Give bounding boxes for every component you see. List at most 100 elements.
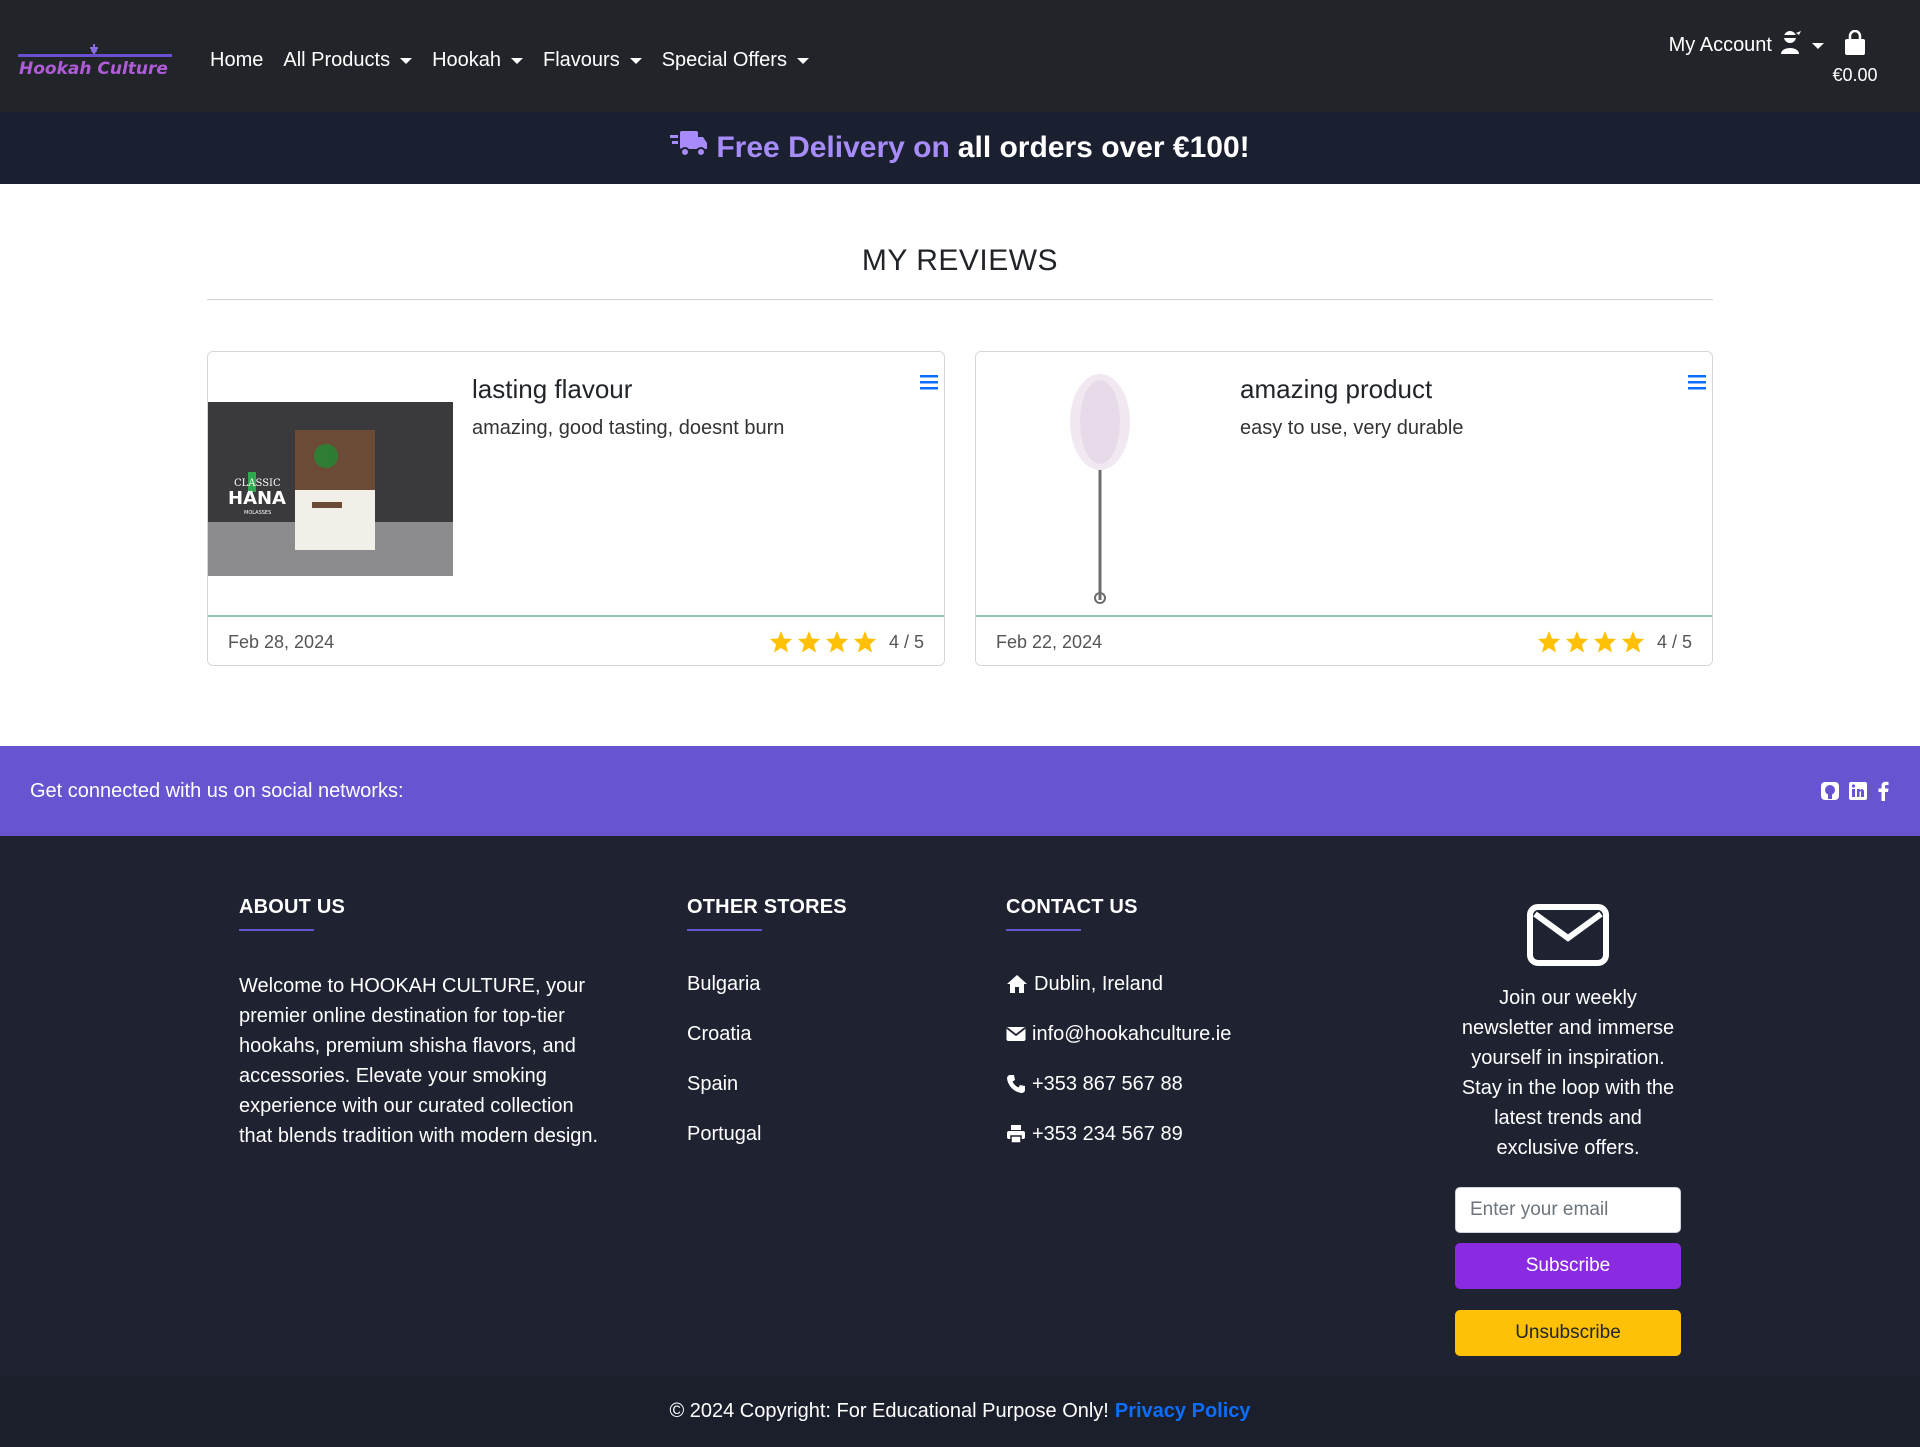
- shopping-bag-icon: [1844, 29, 1866, 60]
- review-text: easy to use, very durable: [1240, 417, 1464, 439]
- my-account-label: My Account: [1668, 33, 1772, 56]
- heading-underline: [687, 929, 762, 931]
- unsubscribe-button[interactable]: Unsubscribe: [1455, 1310, 1681, 1356]
- footer: ABOUT US Welcome to HOOKAH CULTURE, your…: [0, 836, 1920, 1376]
- review-date: Feb 28, 2024: [228, 631, 335, 652]
- newsletter-text: Join our weekly newsletter and immerse y…: [1461, 987, 1675, 1159]
- review-card: amazing product easy to use, very durabl…: [975, 351, 1713, 666]
- social-icons: [1820, 781, 1890, 801]
- phone-icon: [1007, 1075, 1025, 1093]
- envelope-icon: [1006, 1027, 1026, 1041]
- banner-accent-text: Free Delivery on: [716, 131, 950, 164]
- review-card: CLASSIC HANA MOLASSES lasting flavour am…: [207, 351, 945, 666]
- footer-stores: OTHER STORES Bulgaria Croatia Spain Port…: [687, 896, 847, 1159]
- store-link[interactable]: Bulgaria: [687, 959, 847, 1009]
- nav-hookah-label: Hookah: [432, 48, 502, 71]
- fax-text: +353 234 567 89: [1032, 1122, 1183, 1145]
- facebook-icon[interactable]: [1876, 781, 1890, 801]
- svg-text:HANA: HANA: [228, 488, 286, 509]
- envelope-icon: [1527, 904, 1609, 966]
- store-link[interactable]: Croatia: [687, 1009, 847, 1059]
- truck-fast-icon: [670, 129, 716, 167]
- review-text: amazing, good tasting, doesnt burn: [472, 417, 785, 439]
- footer-about: ABOUT US Welcome to HOOKAH CULTURE, your…: [239, 896, 599, 1151]
- nav-all-products-label: All Products: [283, 48, 391, 71]
- contact-email[interactable]: info@hookahculture.ie: [1006, 1009, 1231, 1059]
- svg-text:MOLASSES: MOLASSES: [244, 510, 271, 516]
- footer-newsletter: Join our weekly newsletter and immerse y…: [1455, 904, 1681, 1356]
- star-icon: [1593, 631, 1616, 653]
- cart-total: €0.00: [1832, 65, 1878, 85]
- rating-text: 4 / 5: [888, 631, 924, 652]
- review-footer: Feb 28, 2024 4 / 5: [208, 615, 944, 665]
- email-text: info@hookahculture.ie: [1032, 1022, 1232, 1045]
- review-rating: 4 / 5: [769, 630, 924, 654]
- star-icon: [1537, 631, 1560, 653]
- contact-heading: CONTACT US: [1006, 896, 1138, 918]
- star-icon: [853, 631, 876, 653]
- brand-logo[interactable]: Hookah Culture: [18, 42, 172, 78]
- star-icon: [769, 631, 792, 653]
- contact-phone: +353 867 567 88: [1006, 1059, 1231, 1109]
- review-title: amazing product: [1240, 374, 1433, 404]
- navbar: Hookah Culture Home All Products Hookah …: [0, 0, 1920, 112]
- social-text: Get connected with us on social networks…: [30, 779, 404, 802]
- nav-home-label: Home: [210, 48, 264, 71]
- stores-list: Bulgaria Croatia Spain Portugal: [687, 959, 847, 1159]
- newsletter-email-input[interactable]: [1455, 1187, 1681, 1233]
- address-text: Dublin, Ireland: [1034, 972, 1163, 995]
- social-bar: Get connected with us on social networks…: [0, 746, 1920, 836]
- main-nav: Home All Products Hookah Flavours Specia…: [200, 0, 819, 120]
- home-icon: [1007, 975, 1027, 993]
- banner-rest-text: all orders over €100!: [957, 131, 1250, 164]
- contact-fax: +353 234 567 89: [1006, 1109, 1231, 1159]
- nav-flavours-label: Flavours: [543, 48, 620, 71]
- menu-icon[interactable]: [1688, 374, 1706, 395]
- store-link[interactable]: Spain: [687, 1059, 847, 1109]
- nav-home[interactable]: Home: [200, 49, 273, 72]
- subscribe-button[interactable]: Subscribe: [1455, 1243, 1681, 1289]
- cart-button[interactable]: €0.00: [1810, 29, 1900, 86]
- product-image: [976, 352, 1224, 615]
- copyright-bar: © 2024 Copyright: For Educational Purpos…: [0, 1376, 1920, 1447]
- my-account-dropdown[interactable]: My Account: [1669, 30, 1824, 60]
- product-image: CLASSIC HANA MOLASSES: [208, 352, 456, 615]
- star-icon: [825, 631, 848, 653]
- review-footer: Feb 22, 2024 4 / 5: [976, 615, 1712, 665]
- review-title: lasting flavour: [472, 374, 633, 404]
- contact-list: Dublin, Ireland info@hookahculture.ie +3…: [1006, 959, 1231, 1159]
- nav-special-offers-label: Special Offers: [661, 48, 787, 71]
- about-text: Welcome to HOOKAH CULTURE, your premier …: [239, 975, 599, 1147]
- star-icon: [1565, 631, 1588, 653]
- user-ninja-icon: [1772, 30, 1802, 60]
- nav-flavours[interactable]: Flavours: [533, 49, 652, 72]
- heading-underline: [1006, 929, 1081, 931]
- title-divider: [207, 299, 1713, 300]
- linkedin-icon[interactable]: [1848, 781, 1868, 801]
- nav-special-offers[interactable]: Special Offers: [652, 49, 819, 72]
- copyright-text: © 2024 Copyright: For Educational Purpos…: [669, 1400, 1109, 1422]
- store-link[interactable]: Portugal: [687, 1109, 847, 1159]
- caret-down-icon: [511, 58, 524, 64]
- github-icon[interactable]: [1820, 781, 1840, 801]
- nav-all-products[interactable]: All Products: [273, 49, 422, 72]
- page-title: MY REVIEWS: [861, 244, 1059, 277]
- heading-underline: [239, 929, 314, 931]
- menu-icon[interactable]: [920, 374, 938, 395]
- star-rating: [769, 630, 877, 654]
- caret-down-icon: [400, 58, 413, 64]
- about-heading: ABOUT US: [239, 896, 346, 918]
- privacy-policy-link[interactable]: Privacy Policy: [1115, 1400, 1251, 1423]
- footer-contact: CONTACT US Dublin, Ireland info@hookahcu…: [1006, 896, 1231, 1159]
- nav-hookah[interactable]: Hookah: [422, 49, 533, 72]
- caret-down-icon: [796, 58, 809, 64]
- print-icon: [1007, 1125, 1025, 1144]
- star-icon: [1621, 631, 1644, 653]
- star-icon: [797, 631, 820, 653]
- caret-down-icon: [629, 58, 642, 64]
- review-rating: 4 / 5: [1537, 630, 1692, 654]
- rating-text: 4 / 5: [1656, 631, 1692, 652]
- phone-text: +353 867 567 88: [1032, 1072, 1183, 1095]
- contact-address: Dublin, Ireland: [1006, 959, 1231, 1009]
- review-date: Feb 22, 2024: [996, 631, 1103, 652]
